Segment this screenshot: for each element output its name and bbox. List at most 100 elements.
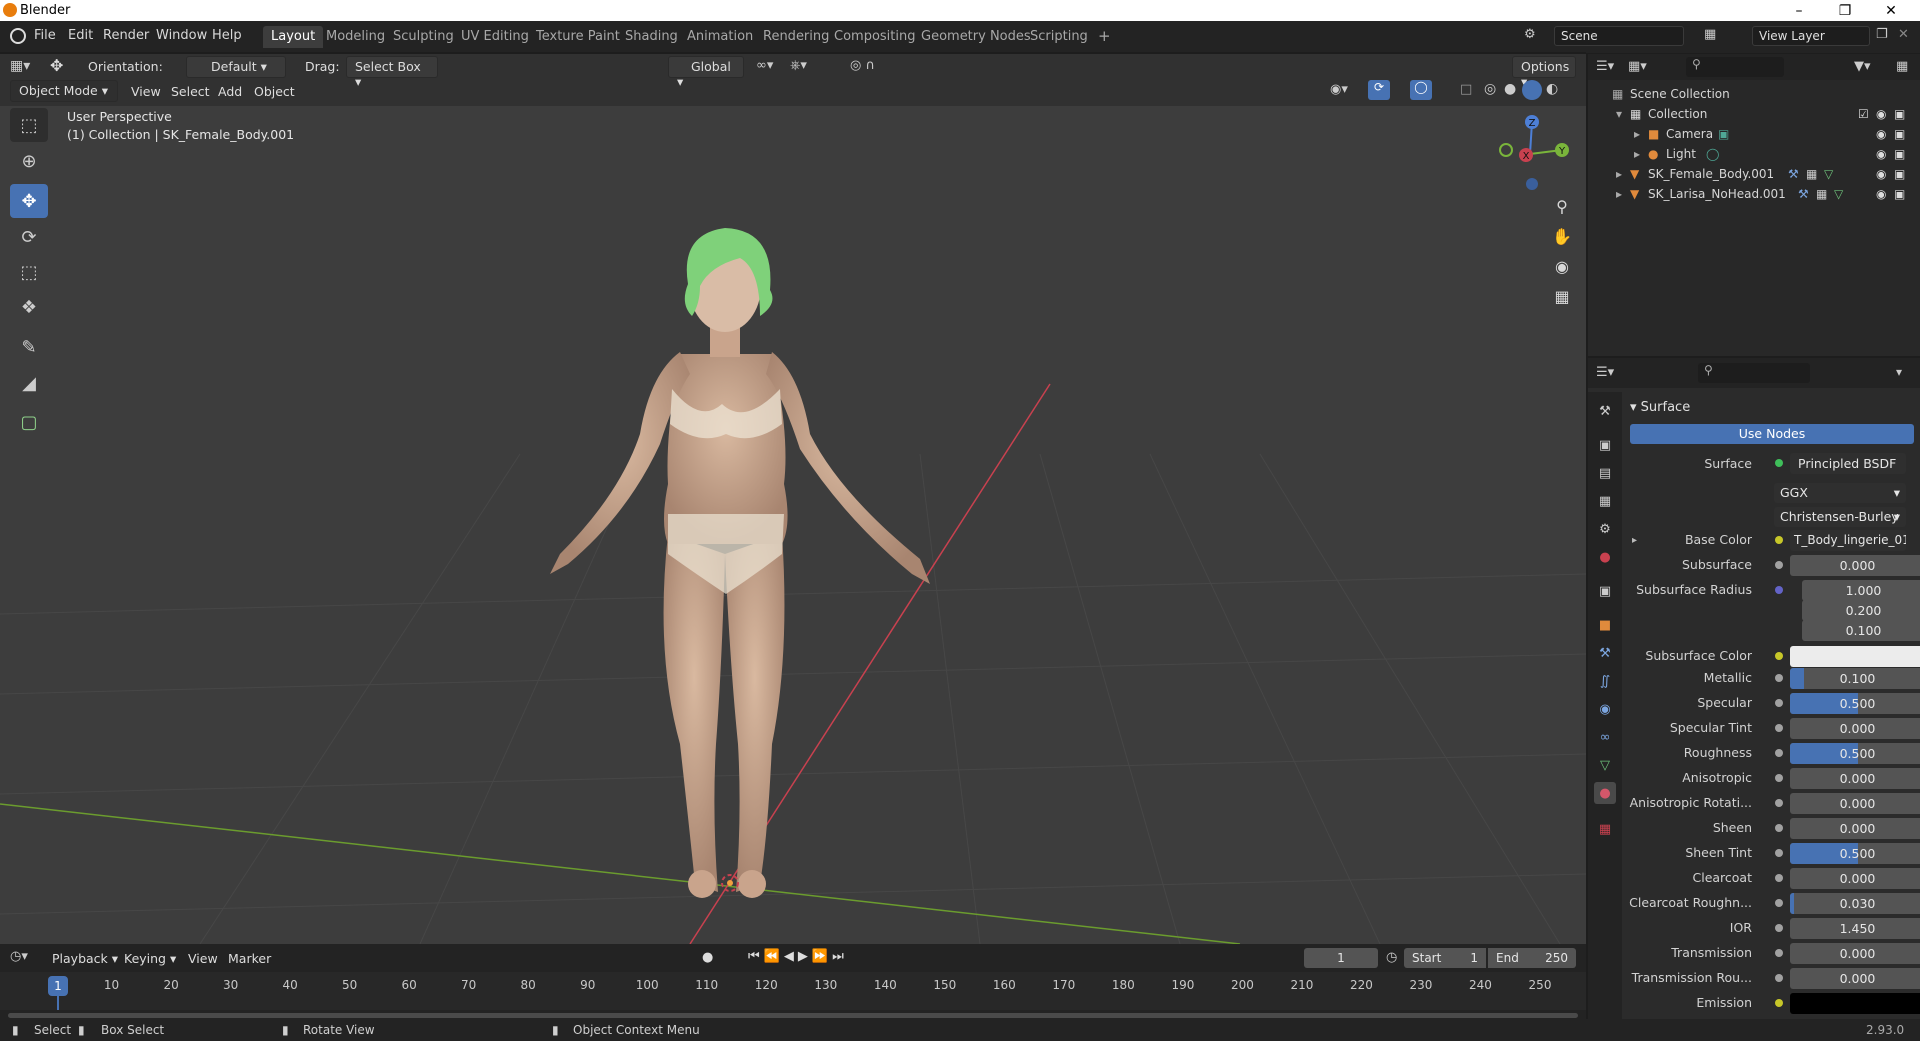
param-value-field[interactable]: 0.100 bbox=[1790, 668, 1920, 689]
tab-uv-editing[interactable]: UV Editing bbox=[453, 26, 537, 48]
playback-controls[interactable]: ⏮⏪◀▶⏩⏭ bbox=[748, 949, 848, 964]
param-value-field[interactable]: 0.000 bbox=[1790, 968, 1920, 989]
world-tab-icon[interactable]: ● bbox=[1594, 546, 1616, 568]
scene-name-field[interactable]: Scene bbox=[1554, 26, 1684, 46]
pivot-icon[interactable]: ∞▾ bbox=[756, 58, 773, 73]
collection-tab-icon[interactable]: ▣ bbox=[1594, 580, 1616, 602]
properties-editor-icon[interactable]: ☰▾ bbox=[1596, 365, 1614, 380]
param-value-field[interactable]: 0.500 bbox=[1790, 743, 1920, 764]
tab-animation[interactable]: Animation bbox=[679, 26, 761, 48]
timeline-menu-playback[interactable]: Playback ▾ bbox=[52, 951, 118, 966]
use-nodes-button[interactable]: Use Nodes bbox=[1630, 424, 1914, 444]
outliner-row-camera[interactable]: ▸ ■ Camera ▣ ◉ ▣ bbox=[1588, 124, 1920, 144]
outliner-row-light[interactable]: ▸ ● Light ◯ ◉ ▣ bbox=[1588, 144, 1920, 164]
proportional-edit-icon[interactable]: ◎ ∩ bbox=[850, 58, 875, 73]
surface-shader-field[interactable]: Principled BSDF bbox=[1790, 453, 1906, 474]
navigation-gizmo[interactable]: Z Y X bbox=[1488, 110, 1578, 200]
subsurface-radius-x-field[interactable]: 1.000 bbox=[1802, 580, 1920, 601]
timeline-scrollbar[interactable] bbox=[8, 1013, 1578, 1018]
xray-icon[interactable]: □ bbox=[1460, 82, 1472, 97]
constraints-tab-icon[interactable]: ∞ bbox=[1594, 726, 1616, 748]
param-value-field[interactable]: 0.000 bbox=[1790, 793, 1920, 814]
tab-scripting[interactable]: Scripting bbox=[1022, 26, 1096, 48]
tab-texture-paint[interactable]: Texture Paint bbox=[528, 26, 628, 48]
new-collection-icon[interactable]: ▦ bbox=[1896, 59, 1908, 74]
view-layer-tab-icon[interactable]: ▦ bbox=[1594, 490, 1616, 512]
move-tool[interactable]: ✥ bbox=[10, 184, 48, 218]
eye-icon[interactable]: ◉ bbox=[1876, 147, 1886, 161]
camera-render-icon[interactable]: ▣ bbox=[1894, 187, 1905, 201]
options-dropdown[interactable]: Options ▾ bbox=[1512, 56, 1576, 89]
tab-sculpting[interactable]: Sculpting bbox=[385, 26, 462, 48]
camera-view-icon[interactable]: ◉ bbox=[1548, 252, 1576, 280]
gizmo-toggle-icon[interactable]: ⟳ bbox=[1368, 80, 1390, 100]
subsurface-radius-z-field[interactable]: 0.100 bbox=[1802, 620, 1920, 641]
material-preview-shading-icon[interactable] bbox=[1522, 80, 1542, 100]
vp-menu-view[interactable]: View bbox=[131, 84, 161, 99]
param-value-field[interactable]: 0.000 bbox=[1790, 718, 1920, 739]
checkbox-icon[interactable]: ☑ bbox=[1858, 107, 1869, 121]
pan-hand-icon[interactable]: ✋ bbox=[1548, 222, 1576, 250]
wireframe-shading-icon[interactable]: ◎ bbox=[1484, 81, 1496, 97]
remove-view-layer-icon[interactable]: ✕ bbox=[1898, 27, 1909, 42]
new-view-layer-icon[interactable]: ❐ bbox=[1876, 27, 1888, 42]
clock-icon[interactable]: ◷ bbox=[1386, 950, 1397, 965]
camera-render-icon[interactable]: ▣ bbox=[1894, 147, 1905, 161]
expand-icon[interactable]: ▾ bbox=[1616, 107, 1622, 121]
character-model[interactable] bbox=[550, 228, 930, 898]
param-value-field[interactable]: 0.500 bbox=[1790, 693, 1920, 714]
properties-options-icon[interactable]: ▾ bbox=[1896, 365, 1902, 379]
visibility-icon[interactable]: ◉▾ bbox=[1330, 82, 1348, 97]
outliner-search-input[interactable]: ⚲ bbox=[1686, 57, 1784, 77]
subsurface-radius-y-field[interactable]: 0.200 bbox=[1802, 600, 1920, 621]
view-layer-icon[interactable]: ▦ bbox=[1704, 27, 1724, 47]
vp-menu-add[interactable]: Add bbox=[218, 84, 242, 99]
editor-type-icon[interactable]: ▦▾ bbox=[10, 58, 40, 78]
display-mode-icon[interactable]: ▦▾ bbox=[1628, 59, 1647, 74]
tab-layout[interactable]: Layout bbox=[263, 26, 324, 48]
param-value-field[interactable]: 0.030 bbox=[1790, 893, 1920, 914]
filter-icon[interactable]: ▼▾ bbox=[1854, 59, 1871, 74]
start-frame-field[interactable]: Start 1 bbox=[1404, 948, 1486, 968]
timeline-editor-icon[interactable]: ◷▾ bbox=[10, 949, 28, 964]
vp-menu-object[interactable]: Object bbox=[254, 84, 295, 99]
timeline-menu-keying[interactable]: Keying ▾ bbox=[124, 951, 176, 966]
play-icon[interactable]: ▶ bbox=[798, 949, 812, 964]
scene-tab-icon[interactable]: ⚙ bbox=[1594, 518, 1616, 540]
expand-icon[interactable]: ▸ bbox=[1634, 147, 1640, 161]
view-layer-field[interactable]: View Layer bbox=[1752, 26, 1870, 46]
next-keyframe-icon[interactable]: ⏩ bbox=[812, 949, 832, 964]
modifier-tab-icon[interactable]: ⚒ bbox=[1594, 642, 1616, 664]
param-value-field[interactable]: 0.000 bbox=[1790, 943, 1920, 964]
orientation-dropdown[interactable]: Default ▾ bbox=[186, 56, 286, 78]
maximize-button[interactable]: ❐ bbox=[1822, 0, 1868, 21]
vp-menu-select[interactable]: Select bbox=[171, 84, 210, 99]
annotate-tool[interactable]: ✎ bbox=[10, 330, 48, 364]
eye-icon[interactable]: ◉ bbox=[1876, 107, 1886, 121]
param-value-field[interactable]: 0.500 bbox=[1790, 843, 1920, 864]
outliner-editor-icon[interactable]: ☰▾ bbox=[1596, 59, 1614, 74]
tab-geometry-nodes[interactable]: Geometry Nodes bbox=[913, 26, 1039, 48]
output-tab-icon[interactable]: ▤ bbox=[1594, 462, 1616, 484]
add-workspace-icon[interactable]: + bbox=[1090, 24, 1119, 46]
close-window-button[interactable]: ✕ bbox=[1868, 0, 1914, 21]
overlay-toggle-icon[interactable]: ◯ bbox=[1410, 80, 1432, 100]
material-tab-icon[interactable]: ● bbox=[1594, 782, 1616, 804]
menu-help[interactable]: Help bbox=[212, 28, 242, 43]
subsurface-method-dropdown[interactable]: Christensen-Burley ▾ bbox=[1774, 507, 1906, 527]
drag-dropdown[interactable]: Select Box ▾ bbox=[346, 56, 438, 89]
jump-end-icon[interactable]: ⏭ bbox=[832, 949, 848, 964]
transform-tool[interactable]: ❖ bbox=[10, 290, 48, 324]
tab-shading[interactable]: Shading bbox=[617, 26, 686, 48]
end-frame-field[interactable]: End 250 bbox=[1488, 948, 1576, 968]
scene-selector-icon[interactable]: ⚙ bbox=[1524, 27, 1546, 47]
outliner-row-sk-female-body[interactable]: ▸ ▼ SK_Female_Body.001 ⚒ ▦ ▽ ◉ ▣ bbox=[1588, 164, 1920, 184]
timeline-menu-marker[interactable]: Marker bbox=[228, 951, 271, 966]
surface-panel-header[interactable]: ▾ Surface bbox=[1630, 400, 1690, 415]
eye-icon[interactable]: ◉ bbox=[1876, 127, 1886, 141]
blender-menu-icon[interactable] bbox=[10, 28, 26, 44]
expand-icon[interactable]: ▸ bbox=[1616, 167, 1622, 181]
texture-tab-icon[interactable]: ▦ bbox=[1594, 818, 1616, 840]
menu-edit[interactable]: Edit bbox=[68, 28, 93, 43]
ortho-toggle-icon[interactable]: ▦ bbox=[1548, 282, 1576, 310]
